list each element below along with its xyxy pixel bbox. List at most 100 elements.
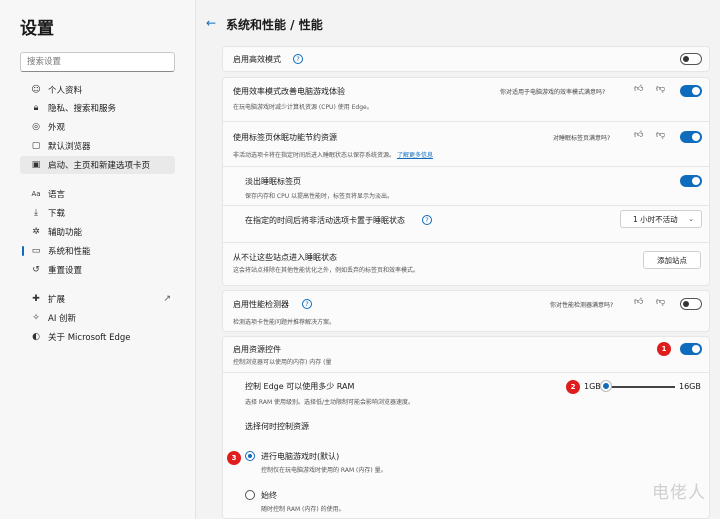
divider: [222, 242, 710, 243]
back-arrow-icon[interactable]: ←: [206, 16, 216, 30]
sidebar-item-label: 外观: [48, 123, 66, 133]
resource-controls-label: 启用资源控件: [233, 345, 281, 354]
thumbs-up-icon[interactable]: 👍︎: [634, 297, 643, 307]
fade-tabs-desc: 保存内存和 CPU 以提高性能时，标签页将显示为淡出。: [245, 193, 394, 200]
annotation-badge-1: 1: [657, 342, 671, 356]
chevron-down-icon: ⌄: [688, 215, 694, 223]
help-icon[interactable]: ?: [293, 54, 303, 64]
sidebar-item-label: 系统和性能: [48, 247, 91, 257]
sidebar-item-label: 隐私、搜索和服务: [48, 104, 117, 114]
ram-max-label: 16GB: [679, 382, 701, 391]
sidebar-item-accessibility[interactable]: ✲ 辅助功能: [20, 223, 175, 241]
perf-detector-toggle[interactable]: [680, 298, 702, 310]
sidebar-item-label: 个人资料: [48, 86, 83, 96]
sleeping-tabs-toggle[interactable]: [680, 131, 702, 143]
ram-min-label: 1GB: [584, 382, 601, 391]
gaming-mode-label: 使用效率模式改善电脑游戏体验: [233, 87, 345, 96]
fade-tabs-toggle[interactable]: [680, 175, 702, 187]
sidebar-item-privacy[interactable]: 🔒︎ 隐私、搜索和服务: [20, 99, 175, 117]
divider: [222, 166, 710, 167]
sidebar-item-downloads[interactable]: ⤓ 下载: [20, 204, 175, 222]
ram-slider-thumb[interactable]: [601, 381, 611, 391]
add-site-button[interactable]: 添加站点: [643, 251, 701, 269]
lock-icon: 🔒︎: [33, 103, 39, 113]
thumbs-down-icon[interactable]: 👎︎: [656, 130, 665, 140]
browser-icon: ▢: [31, 141, 41, 151]
profile-icon: ☺: [31, 85, 41, 95]
sidebar-item-about[interactable]: ◐ 关于 Microsoft Edge: [20, 328, 175, 346]
sidebar-item-system[interactable]: ▭ 系统和性能: [20, 242, 175, 260]
search-settings-input[interactable]: [20, 52, 175, 72]
efficiency-mode-toggle[interactable]: [680, 53, 702, 65]
sidebar-item-label: 下载: [48, 209, 66, 219]
thumbs-down-icon[interactable]: 👎︎: [656, 84, 665, 94]
sleeping-tabs-feedback-text: 对睡眠标签页满意吗?: [553, 135, 611, 142]
divider: [222, 121, 710, 122]
ram-slider-track[interactable]: [606, 386, 675, 388]
sidebar-item-label: 关于 Microsoft Edge: [48, 333, 131, 343]
sleep-after-value: 1 小时不活动: [633, 214, 678, 224]
efficiency-mode-label: 启用高效模式: [233, 55, 281, 64]
sidebar-item-label: 语言: [48, 190, 66, 200]
sleeping-tabs-label: 使用标签页休眠功能节约资源: [233, 133, 337, 142]
sidebar-item-label: 启动、主页和新建选项卡页: [48, 161, 151, 171]
sidebar-item-reset[interactable]: ↺ 重置设置: [20, 261, 175, 279]
gaming-only-label: 进行电脑游戏时(默认): [261, 452, 340, 461]
palette-icon: ◎: [32, 122, 40, 132]
download-icon: ⤓: [34, 208, 38, 218]
perf-detector-feedback-text: 你对性能检测器满意吗?: [550, 302, 614, 309]
sidebar-item-language[interactable]: Aa 语言: [20, 185, 175, 203]
thumbs-down-icon[interactable]: 👎︎: [656, 297, 665, 307]
resource-controls-desc: 控制浏览器可以使用的内存) 内存 (量: [233, 359, 332, 366]
settings-title: 设置: [20, 19, 54, 39]
help-icon[interactable]: ?: [422, 215, 432, 225]
ai-icon: ✧: [32, 313, 40, 323]
main-content: ← 系统和性能 / 性能 启用高效模式 ? 使用效率模式改善电脑游戏体验 在玩电…: [196, 0, 720, 519]
ram-limit-label: 控制 Edge 可以使用多少 RAM: [245, 382, 355, 391]
home-tab-icon: ▣: [31, 160, 41, 170]
sidebar-item-default-browser[interactable]: ▢ 默认浏览器: [20, 137, 175, 155]
always-label: 始终: [261, 491, 277, 500]
learn-more-link[interactable]: 了解更多信息: [397, 152, 433, 159]
sidebar-item-start-home[interactable]: ▣ 启动、主页和新建选项卡页: [20, 156, 175, 174]
reset-icon: ↺: [32, 265, 40, 275]
perf-detector-label: 启用性能检测器: [233, 300, 289, 309]
always-desc: 随时控制 RAM (内存) 的使用。: [261, 506, 345, 513]
when-control-label: 选择何时控制资源: [245, 422, 309, 431]
annotation-badge-3: 3: [227, 451, 241, 465]
sidebar-item-appearance[interactable]: ◎ 外观: [20, 118, 175, 136]
page-title: 系统和性能 / 性能: [226, 18, 323, 32]
gaming-mode-desc: 在玩电脑游戏时减少计算机资源 (CPU) 使用 Edge。: [233, 104, 373, 111]
sleep-after-select[interactable]: 1 小时不活动 ⌄: [620, 210, 702, 228]
sidebar-item-profile[interactable]: ☺ 个人资料: [20, 81, 175, 99]
sleeping-tabs-desc: 非活动选项卡将在指定时间后进入睡眠状态以保存系统资源。 了解更多信息: [233, 152, 433, 159]
gaming-only-desc: 控制仅在玩电脑游戏时使用的 RAM (内存) 量。: [261, 467, 387, 474]
divider: [222, 205, 710, 206]
watermark: 电佬人: [652, 483, 706, 503]
sidebar-item-ai[interactable]: ✧ AI 创新: [20, 309, 175, 327]
gaming-only-radio[interactable]: [245, 451, 255, 461]
sidebar-item-extensions[interactable]: ✚ 扩展 ↗: [20, 290, 175, 308]
extensions-icon: ✚: [32, 294, 40, 304]
thumbs-up-icon[interactable]: 👍︎: [634, 130, 643, 140]
ram-limit-desc: 选择 RAM 使用级别。选择低/主动限制可能会影响浏览器速度。: [245, 399, 415, 406]
sidebar-item-label: 默认浏览器: [48, 142, 91, 152]
sidebar-item-label: 辅助功能: [48, 228, 83, 238]
never-sleep-desc: 这会将站点排除在其他性能优化之外，例如丢弃的标签页和效率模式。: [233, 267, 420, 274]
sidebar-item-label: AI 创新: [48, 314, 77, 324]
language-icon: Aa: [31, 190, 41, 198]
always-radio[interactable]: [245, 490, 255, 500]
thumbs-up-icon[interactable]: 👍︎: [634, 84, 643, 94]
sidebar-item-label: 重置设置: [48, 266, 83, 276]
resource-controls-toggle[interactable]: [680, 343, 702, 355]
gaming-feedback-text: 你对适用于电脑游戏的效率模式满意吗?: [500, 89, 606, 96]
help-icon[interactable]: ?: [302, 299, 312, 309]
perf-detector-desc: 检测选项卡性能问题并推荐解决方案。: [233, 319, 336, 326]
external-link-icon: ↗: [163, 294, 171, 304]
sidebar-item-label: 扩展: [48, 295, 66, 305]
annotation-badge-2: 2: [566, 380, 580, 394]
gaming-mode-toggle[interactable]: [680, 85, 702, 97]
sleep-after-label: 在指定的时间后将非活动选项卡置于睡眠状态: [245, 216, 405, 225]
never-sleep-label: 从不让这些站点进入睡眠状态: [233, 253, 337, 262]
accessibility-icon: ✲: [32, 227, 40, 237]
